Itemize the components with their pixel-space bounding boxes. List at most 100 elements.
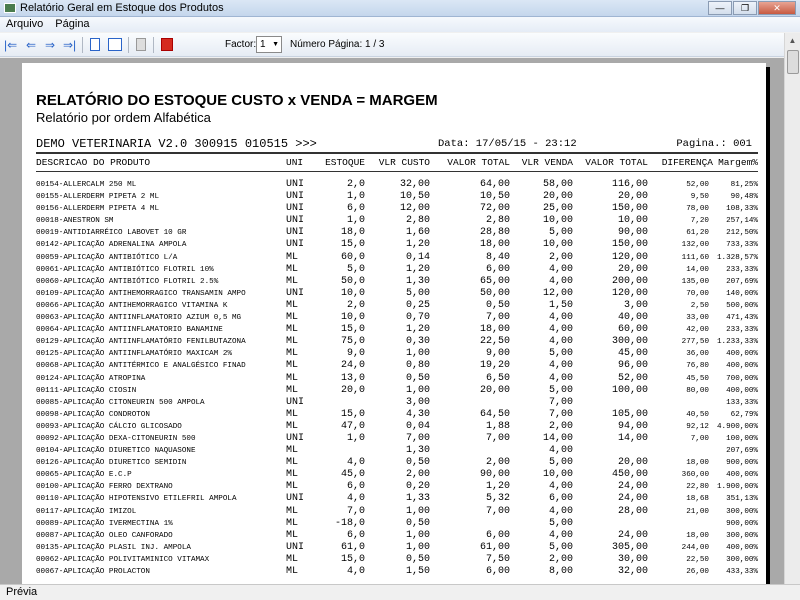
cell-uni: ML bbox=[286, 469, 299, 481]
close-button[interactable]: ✕ bbox=[758, 1, 796, 15]
cell-margem: 108,33% bbox=[726, 205, 758, 214]
cell-descricao: 00068-APLICAÇÃO ANTITÉRMICO E ANALGÉSICO… bbox=[36, 362, 246, 371]
cell-uni: ML bbox=[286, 408, 299, 420]
cell-uni: UNI bbox=[286, 432, 305, 444]
scroll-thumb[interactable] bbox=[787, 50, 799, 74]
factor-select[interactable]: 1 ▼ bbox=[256, 36, 282, 53]
cell-estoque: 15,0 bbox=[340, 324, 365, 336]
report-viewer: RELATÓRIO DO ESTOQUE CUSTO x VENDA = MAR… bbox=[0, 58, 784, 584]
menu-pagina[interactable]: Página bbox=[55, 17, 89, 32]
report-page: RELATÓRIO DO ESTOQUE CUSTO x VENDA = MAR… bbox=[22, 63, 766, 584]
table-row: 00067-APLICAÇÃO PROLACTON ML 4,0 1,50 6,00 8,… bbox=[22, 566, 766, 578]
table-row: 00063-APLICAÇÃO ANTIINFLAMATORIO AZIUM 0… bbox=[22, 312, 766, 324]
cell-valor-total-custo: 64,00 bbox=[479, 179, 510, 190]
cell-vlr-custo: 32,00 bbox=[399, 179, 430, 190]
cell-vlr-custo: 0,20 bbox=[405, 481, 430, 493]
cell-diferenca: 111,60 bbox=[681, 253, 709, 262]
cell-estoque: 2,0 bbox=[346, 179, 365, 190]
cell-estoque: 4,0 bbox=[346, 457, 365, 469]
cell-diferenca: 22,80 bbox=[686, 483, 709, 492]
vertical-scrollbar[interactable]: ▲ bbox=[784, 33, 800, 584]
cell-valor-total-venda: 94,00 bbox=[617, 420, 648, 432]
cell-vlr-custo: 1,00 bbox=[405, 529, 430, 541]
cell-vlr-custo: 1,00 bbox=[405, 541, 430, 553]
cell-valor-total-custo: 72,00 bbox=[479, 203, 510, 215]
cell-estoque: 6,0 bbox=[346, 203, 365, 215]
cell-diferenca: 277,50 bbox=[681, 338, 709, 347]
cell-vlr-venda: 4,00 bbox=[548, 263, 573, 275]
cell-estoque: 4,0 bbox=[346, 566, 365, 577]
table-row: 00068-APLICAÇÃO ANTITÉRMICO E ANALGÉSICO… bbox=[22, 360, 766, 372]
table-row: 00062-APLICAÇÃO POLIVITAMINICO VITAMAX ML… bbox=[22, 554, 766, 566]
cell-uni: UNI bbox=[286, 239, 305, 251]
cell-descricao: 00066-APLICAÇÃO ANTIHEMORRAGICO VITAMINA… bbox=[36, 301, 228, 310]
previous-page-icon[interactable]: ⇐ bbox=[26, 38, 36, 52]
cell-descricao: 00155-ALLERDERM PIPETA 2 ML bbox=[36, 193, 160, 202]
table-row: 00125-APLICAÇÃO ANTIINFLAMATÓRIO MAXICAM… bbox=[22, 348, 766, 360]
cell-descricao: 00059-APLICAÇÃO ANTIBIÓTICO L/A bbox=[36, 253, 178, 262]
col-diferenca: DIFERENÇA bbox=[661, 157, 713, 168]
cell-vlr-custo: 10,50 bbox=[399, 191, 430, 203]
report-title: RELATÓRIO DO ESTOQUE CUSTO x VENDA = MAR… bbox=[36, 92, 438, 109]
cell-margem: 257,14% bbox=[726, 217, 758, 226]
cell-valor-total-venda: 52,00 bbox=[617, 372, 648, 384]
cell-vlr-custo: 0,50 bbox=[405, 517, 430, 529]
cell-descricao: 00111-APLICAÇÃO CIOSIN bbox=[36, 386, 137, 395]
cell-valor-total-custo: 22,50 bbox=[479, 336, 510, 348]
cell-uni: ML bbox=[286, 566, 299, 577]
cell-valor-total-custo: 18,00 bbox=[479, 324, 510, 336]
menu-arquivo[interactable]: Arquivo bbox=[6, 17, 43, 32]
cell-margem: 233,33% bbox=[726, 265, 758, 274]
cell-margem: 1.328,57% bbox=[716, 253, 758, 262]
last-page-icon[interactable]: ⇒| bbox=[63, 38, 76, 52]
cell-margem: 500,00% bbox=[726, 301, 758, 310]
cell-diferenca: 40,50 bbox=[686, 410, 709, 419]
exit-icon[interactable] bbox=[161, 38, 173, 51]
title-bar: Relatório Geral em Estoque dos Produtos … bbox=[0, 0, 800, 17]
cell-diferenca: 21,00 bbox=[686, 507, 709, 516]
next-page-icon[interactable]: ⇒ bbox=[45, 38, 55, 52]
maximize-button[interactable]: ❐ bbox=[733, 1, 757, 15]
cell-valor-total-venda: 116,00 bbox=[611, 179, 648, 190]
cell-margem: 700,00% bbox=[726, 374, 758, 383]
print-icon[interactable] bbox=[136, 38, 146, 51]
table-row: 00100-APLICAÇÃO FERRO DEXTRANO ML 6,0 0,20 1… bbox=[22, 481, 766, 493]
first-page-icon[interactable]: |⇐ bbox=[4, 38, 17, 52]
divider bbox=[36, 171, 758, 172]
cell-vlr-venda: 7,00 bbox=[548, 408, 573, 420]
cell-diferenca: 18,00 bbox=[686, 531, 709, 540]
cell-margem: 400,00% bbox=[726, 362, 758, 371]
cell-vlr-custo: 1,20 bbox=[405, 239, 430, 251]
col-estoque: ESTOQUE bbox=[325, 157, 365, 168]
cell-vlr-venda: 8,00 bbox=[548, 566, 573, 577]
cell-margem: 300,00% bbox=[726, 531, 758, 540]
factor-label: Factor: bbox=[225, 39, 257, 50]
cell-diferenca: 2,50 bbox=[690, 301, 709, 310]
cell-descricao: 00018-ANESTRON SM bbox=[36, 217, 114, 226]
report-rows: 00154-ALLERCALM 250 ML UNI 2,0 32,00 64,00 58… bbox=[22, 179, 766, 578]
scroll-up-icon[interactable]: ▲ bbox=[785, 33, 800, 49]
cell-vlr-venda: 4,00 bbox=[548, 481, 573, 493]
single-page-icon[interactable] bbox=[90, 38, 100, 51]
cell-valor-total-venda: 450,00 bbox=[611, 469, 648, 481]
cell-estoque: 1,0 bbox=[346, 215, 365, 227]
table-row: 00156-ALLERDERM PIPETA 4 ML UNI 6,0 12,00 72… bbox=[22, 203, 766, 215]
cell-vlr-venda: 5,00 bbox=[548, 457, 573, 469]
cell-margem: 90,48% bbox=[730, 193, 758, 202]
cell-diferenca: 18,00 bbox=[686, 459, 709, 468]
cell-vlr-custo: 2,80 bbox=[405, 215, 430, 227]
cell-descricao: 00087-APLICAÇÃO OLEO CANFORADO bbox=[36, 531, 173, 540]
cell-uni: UNI bbox=[286, 179, 305, 190]
cell-vlr-venda: 5,00 bbox=[548, 384, 573, 396]
minimize-button[interactable]: — bbox=[708, 1, 732, 15]
cell-descricao: 00142-APLICAÇÃO ADRENALINA AMPOLA bbox=[36, 241, 187, 250]
cell-vlr-venda: 4,00 bbox=[548, 275, 573, 287]
table-row: 00065-APLICAÇÃO E.C.P ML 45,0 2,00 90,00 10,0… bbox=[22, 469, 766, 481]
cell-estoque: 50,0 bbox=[340, 275, 365, 287]
cell-uni: ML bbox=[286, 384, 299, 396]
table-row: 00066-APLICAÇÃO ANTIHEMORRAGICO VITAMINA… bbox=[22, 300, 766, 312]
cell-margem: 207,69% bbox=[726, 277, 758, 286]
cell-margem: 140,00% bbox=[726, 289, 758, 298]
two-pages-icon[interactable] bbox=[108, 38, 122, 51]
cell-uni: UNI bbox=[286, 541, 305, 553]
